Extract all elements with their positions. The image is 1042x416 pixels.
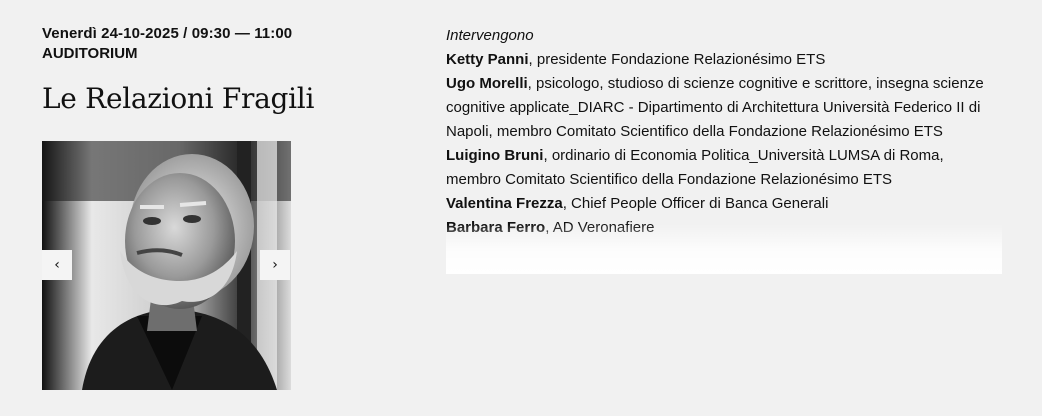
session-title: Le Relazioni Fragili bbox=[42, 82, 315, 115]
speaker-role: , AD Veronafiere bbox=[545, 219, 655, 236]
speaker-photo bbox=[42, 141, 291, 390]
speaker-name: Barbara Ferro bbox=[446, 219, 546, 236]
carousel-next-button[interactable]: › bbox=[260, 250, 290, 280]
speaker-photo-carousel[interactable]: ‹ › bbox=[42, 141, 291, 390]
speaker-item: Luigino Bruni, ordinario di Economia Pol… bbox=[446, 144, 1002, 192]
session-header: Venerdì 24-10-2025 / 09:30 — 11:00 AUDIT… bbox=[42, 24, 342, 116]
speaker-item: Barbara Ferro, AD Veronafiere bbox=[446, 216, 1002, 240]
chevron-right-icon: › bbox=[272, 257, 278, 273]
speaker-role: , Chief People Officer di Banca Generali bbox=[562, 195, 829, 212]
event-session: Venerdì 24-10-2025 / 09:30 — 11:00 AUDIT… bbox=[0, 0, 1042, 416]
speaker-name: Luigino Bruni bbox=[446, 147, 544, 164]
carousel-prev-button[interactable]: ‹ bbox=[42, 250, 72, 280]
speaker-name: Ugo Morelli bbox=[446, 75, 528, 92]
speaker-name: Valentina Frezza bbox=[446, 195, 563, 212]
chevron-left-icon: ‹ bbox=[54, 257, 60, 273]
speakers-intro: Intervengono bbox=[446, 27, 534, 44]
session-venue: AUDITORIUM bbox=[42, 45, 138, 62]
speaker-item: Ketty Panni, presidente Fondazione Relaz… bbox=[446, 48, 1002, 72]
speaker-item: Ugo Morelli, psicologo, studioso di scie… bbox=[446, 72, 1002, 144]
speakers-panel: Intervengono Ketty Panni, presidente Fon… bbox=[446, 24, 1002, 274]
speaker-role: , presidente Fondazione Relazionésimo ET… bbox=[528, 51, 826, 68]
session-datetime: Venerdì 24-10-2025 / 09:30 — 11:00 bbox=[42, 25, 293, 42]
speaker-name: Ketty Panni bbox=[446, 51, 529, 68]
speaker-item: Valentina Frezza, Chief People Officer d… bbox=[446, 192, 1002, 216]
